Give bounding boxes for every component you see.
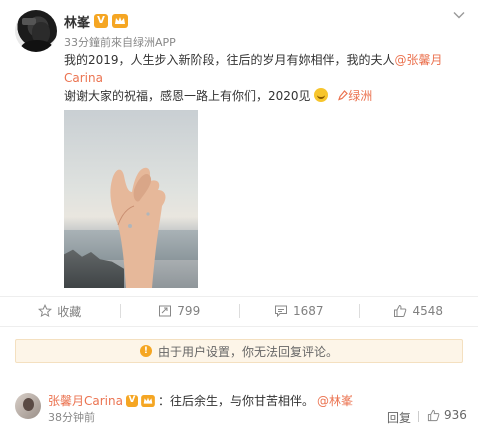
author-row: 林峯 V bbox=[64, 12, 129, 31]
commenter-verified-icon: V bbox=[125, 394, 138, 407]
vip-crown-icon bbox=[112, 14, 129, 28]
location-link[interactable]: 绿洲 bbox=[332, 89, 372, 103]
favorite-button[interactable]: 收藏 bbox=[0, 301, 120, 321]
reply-button[interactable]: 回复 bbox=[387, 409, 411, 426]
hands-pinky-promise-icon bbox=[110, 167, 166, 288]
comment-count: 1687 bbox=[292, 304, 324, 318]
favorite-label: 收藏 bbox=[57, 304, 82, 319]
warning-icon: ! bbox=[139, 345, 152, 357]
post-meta: 33分鐘前來自绿洲APP bbox=[64, 36, 176, 49]
location-label: 绿洲 bbox=[348, 89, 373, 103]
comment-mention[interactable]: @林峯 bbox=[317, 392, 353, 409]
comment-like-count: 936 bbox=[444, 408, 467, 422]
comment-text: ：往后余生，与你甘苦相伴。 bbox=[157, 394, 314, 408]
star-icon bbox=[38, 304, 53, 318]
author-avatar[interactable] bbox=[15, 10, 57, 52]
post-photo[interactable] bbox=[64, 110, 198, 288]
reply-restricted-notice: ! 由于用户设置，你无法回复评论。 bbox=[15, 339, 463, 363]
repost-icon bbox=[159, 305, 172, 317]
commenter-crown-icon bbox=[141, 394, 155, 407]
post-text-1: 我的2019，人生步入新阶段，往后的岁月有妳相伴，我的夫人@张馨月Carina bbox=[64, 51, 460, 87]
smile-emoji-icon bbox=[314, 88, 329, 102]
comment-button[interactable]: 1687 bbox=[239, 301, 359, 321]
repost-button[interactable]: 799 bbox=[119, 301, 240, 321]
comment-icon bbox=[274, 305, 287, 318]
post-text-body: 我的2019，人生步入新阶段，往后的岁月有妳相伴，我的夫人 bbox=[64, 53, 395, 67]
verified-badge-icon: V bbox=[94, 14, 109, 28]
comment-separator bbox=[418, 411, 419, 422]
comment-like-button[interactable]: 936 bbox=[427, 408, 467, 422]
notice-text: 由于用户设置，你无法回复评论。 bbox=[157, 344, 338, 359]
comment-thumbs-up-icon bbox=[427, 409, 440, 421]
post-text-thanks: 谢谢大家的祝福，感恩一路上有你们，2020见 bbox=[64, 89, 311, 103]
like-count: 4548 bbox=[412, 304, 444, 318]
comment-time: 38分钟前 bbox=[48, 411, 95, 424]
location-pin-icon bbox=[338, 90, 349, 101]
avatar-shoulder bbox=[21, 40, 53, 52]
post-text-2: 谢谢大家的祝福，感恩一路上有你们，2020见 绿洲 bbox=[64, 87, 460, 105]
thumbs-up-icon bbox=[394, 304, 407, 317]
commenter-avatar[interactable] bbox=[15, 393, 41, 419]
action-bar: 收藏 799 1687 4548 bbox=[0, 301, 478, 321]
divider-bottom bbox=[0, 326, 478, 327]
divider-top bbox=[0, 296, 478, 297]
author-name[interactable]: 林峯 bbox=[64, 12, 90, 31]
like-button[interactable]: 4548 bbox=[358, 301, 478, 321]
repost-count: 799 bbox=[177, 304, 201, 318]
commenter-name[interactable]: 张馨月Carina bbox=[48, 392, 123, 409]
chevron-down-icon[interactable] bbox=[452, 8, 466, 22]
weibo-post: 林峯 V 33分鐘前來自绿洲APP 我的2019，人生步入新阶段，往后的岁月有妳… bbox=[0, 0, 478, 429]
comment-line: 张馨月Carina V ：往后余生，与你甘苦相伴。 @林峯 bbox=[48, 392, 353, 409]
